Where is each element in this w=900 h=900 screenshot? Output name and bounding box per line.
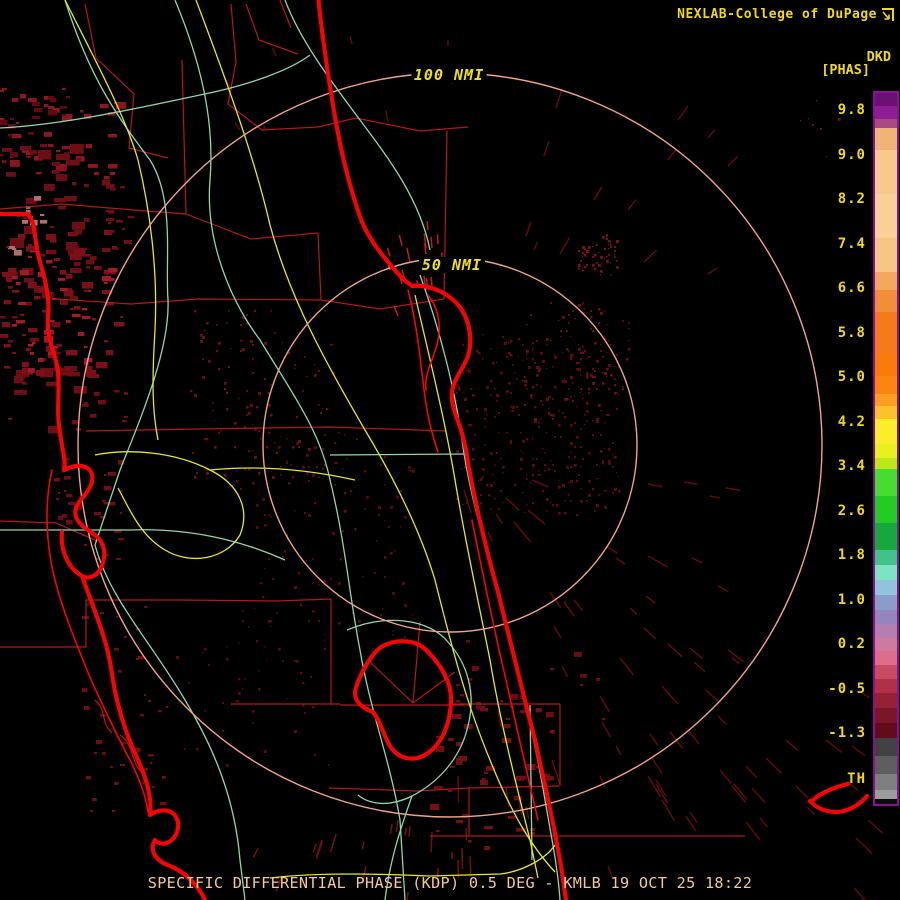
colorbar-segment bbox=[875, 394, 897, 406]
colorbar-segment bbox=[875, 738, 897, 756]
colorbar-label: 1.8 bbox=[837, 547, 866, 563]
colorbar-label: 8.2 bbox=[837, 191, 866, 207]
colorbar-segment bbox=[875, 550, 897, 565]
colorbar-segment bbox=[875, 354, 897, 376]
colorbar-segment bbox=[875, 723, 897, 738]
colorbar-segment bbox=[875, 272, 897, 290]
colorbar bbox=[873, 91, 899, 806]
colorbar-label: 5.8 bbox=[837, 325, 866, 341]
colorbar-segment bbox=[875, 119, 897, 128]
colorbar-label: 4.2 bbox=[837, 414, 866, 430]
colorbar-segment bbox=[875, 610, 897, 624]
radar-map: 100 NMI 50 NMI bbox=[0, 0, 884, 900]
colorbar-segment bbox=[875, 150, 897, 194]
colorbar-segment bbox=[875, 756, 897, 774]
colorbar-segment bbox=[875, 651, 897, 665]
page-title: NEXLAB-College of DuPage bbox=[677, 7, 877, 22]
colorbar-segment bbox=[875, 679, 897, 693]
colorbar-segment bbox=[875, 693, 897, 708]
colorbar-label: 0.2 bbox=[837, 636, 866, 652]
colorbar-segment bbox=[875, 637, 897, 651]
road-network-primary bbox=[64, 0, 556, 879]
colorbar-segment bbox=[875, 444, 897, 458]
road-network-secondary bbox=[0, 0, 561, 900]
colorbar-segment bbox=[875, 624, 897, 637]
colorbar-segment bbox=[875, 523, 897, 550]
colorbar-segment bbox=[875, 106, 897, 119]
colorbar-segment bbox=[875, 93, 897, 106]
colorbar-label: 3.4 bbox=[837, 458, 866, 474]
product-id-label: DKD bbox=[866, 49, 891, 65]
colorbar-segment bbox=[875, 790, 897, 799]
range-ring-label: 50 NMI bbox=[422, 256, 482, 274]
colorbar-segment bbox=[875, 799, 897, 804]
colorbar-segment bbox=[875, 376, 897, 394]
colorbar-label: 1.0 bbox=[837, 592, 866, 608]
range-ring-labels: 100 NMI 50 NMI bbox=[411, 66, 487, 274]
colorbar-segment bbox=[875, 580, 897, 595]
colorbar-segment bbox=[875, 419, 897, 444]
radar-echo-layer bbox=[0, 34, 884, 900]
cod-logo-icon bbox=[882, 7, 894, 21]
colorbar-label: TH bbox=[847, 771, 866, 787]
colorbar-segment bbox=[875, 708, 897, 723]
colorbar-segment bbox=[875, 774, 897, 790]
colorbar-segment bbox=[875, 128, 897, 150]
colorbar-label: 9.8 bbox=[837, 102, 866, 118]
colorbar-segment bbox=[875, 469, 897, 496]
colorbar-label: 5.0 bbox=[837, 369, 866, 385]
product-units-label: [PHAS] bbox=[821, 62, 870, 78]
colorbar-label: -1.3 bbox=[828, 725, 866, 741]
colorbar-label: -0.5 bbox=[828, 681, 866, 697]
colorbar-segment bbox=[875, 406, 897, 419]
colorbar-segment bbox=[875, 238, 897, 272]
colorbar-segment bbox=[875, 290, 897, 312]
radar-viewer: 100 NMI 50 NMI NEXLAB-College of DuPage D… bbox=[0, 0, 900, 900]
status-bar-text: SPECIFIC DIFFERENTIAL PHASE (KDP) 0.5 DE… bbox=[147, 874, 753, 892]
colorbar-segment bbox=[875, 595, 897, 610]
colorbar-segment bbox=[875, 458, 897, 469]
colorbar-segment bbox=[875, 194, 897, 238]
colorbar-segment bbox=[875, 565, 897, 580]
colorbar-segment bbox=[875, 665, 897, 679]
colorbar-label: 6.6 bbox=[837, 280, 866, 296]
range-ring-label: 100 NMI bbox=[414, 66, 484, 84]
colorbar-segment bbox=[875, 496, 897, 523]
colorbar-label: 7.4 bbox=[837, 236, 866, 252]
colorbar-label: 2.6 bbox=[837, 503, 866, 519]
colorbar-label: 9.0 bbox=[837, 147, 866, 163]
colorbar-segment bbox=[875, 312, 897, 354]
